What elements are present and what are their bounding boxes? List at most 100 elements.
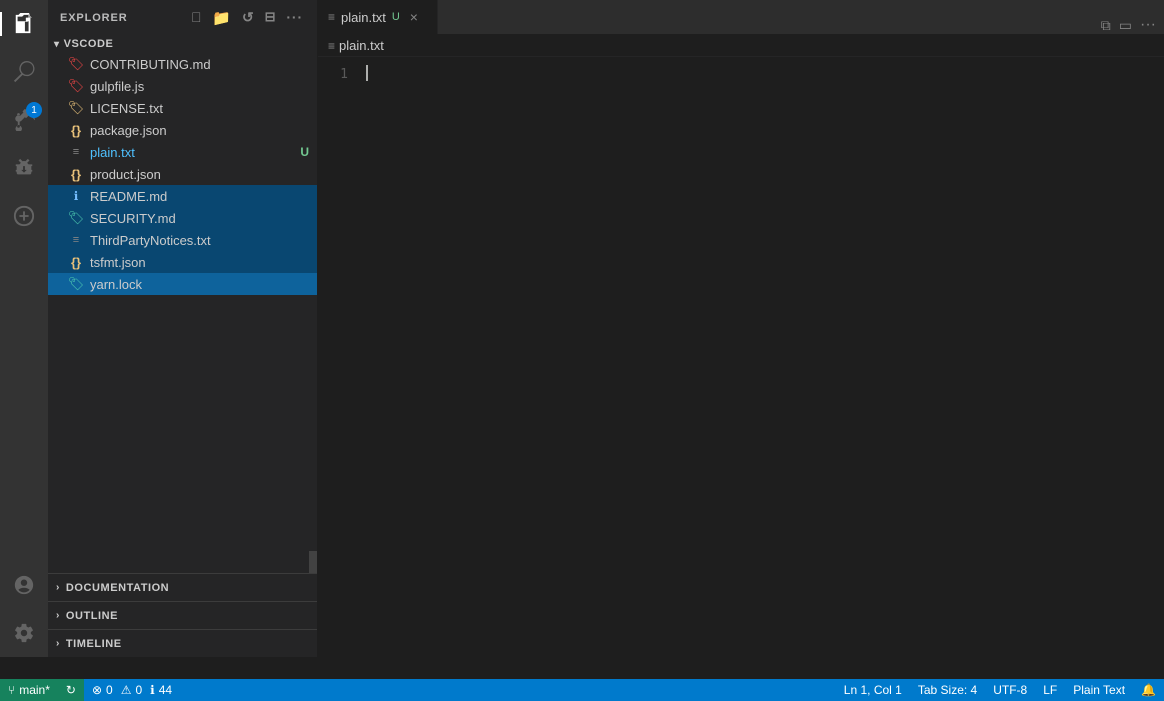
editor-text-area[interactable] — [358, 57, 1164, 657]
tab-close-button[interactable]: × — [410, 9, 418, 25]
file-name: package.json — [90, 123, 309, 138]
tab-bar: ≡ plain.txt U × ⧉ ▭ ··· — [318, 0, 1164, 35]
file-item-package[interactable]: {} package.json — [48, 119, 317, 141]
md-teal-icon: 🏷 — [68, 210, 84, 226]
file-item-contributing[interactable]: 🏷 CONTRIBUTING.md — [48, 53, 317, 75]
encoding: UTF-8 — [993, 683, 1027, 697]
file-name: ThirdPartyNotices.txt — [90, 233, 309, 248]
line-ending: LF — [1043, 683, 1057, 697]
json-icon: {} — [68, 166, 84, 182]
txt-icon: ≡ — [68, 144, 84, 160]
info-icon: ℹ — [68, 188, 84, 204]
split-editor-icon[interactable]: ⧉ — [1101, 17, 1111, 34]
json-icon: {} — [68, 254, 84, 270]
active-tab[interactable]: ≡ plain.txt U × — [318, 0, 438, 34]
cursor-position: Ln 1, Col 1 — [844, 683, 902, 697]
warning-count: 0 — [135, 683, 142, 697]
scroll-thumb[interactable] — [309, 551, 317, 573]
warning-icon: ⚠ — [121, 683, 132, 697]
sidebar: EXPLORER  📁 ↺ ⊟ ··· ▾ VSCODE 🏷 CONTRIBU… — [48, 0, 318, 657]
file-name: CONTRIBUTING.md — [90, 57, 309, 72]
info-count: 44 — [159, 683, 172, 697]
line-numbers: 1 — [318, 57, 358, 657]
file-item-readme[interactable]: ℹ README.md — [48, 185, 317, 207]
file-list: 🏷 CONTRIBUTING.md 🏷 gulpfile.js 🏷 LICENS… — [48, 53, 317, 551]
refresh-icon[interactable]: ↺ — [240, 7, 257, 29]
file-item-thirdparty[interactable]: ≡ ThirdPartyNotices.txt — [48, 229, 317, 251]
more-actions-icon[interactable]: ··· — [284, 7, 305, 29]
vscode-folder[interactable]: ▾ VSCODE — [48, 35, 317, 53]
debug-activity-icon[interactable] — [0, 144, 48, 192]
errors-status[interactable]: ⊗ 0 ⚠ 0 ℹ 44 — [84, 679, 180, 701]
error-icon: ⊗ — [92, 683, 102, 697]
extensions-activity-icon[interactable] — [0, 192, 48, 240]
tab-name: plain.txt — [341, 10, 386, 25]
outline-section[interactable]: › OUTLINE — [48, 601, 317, 629]
md-red-icon: 🏷 — [68, 56, 84, 72]
file-name: README.md — [90, 189, 309, 204]
text-cursor — [366, 65, 368, 81]
tab-bar-actions: ⧉ ▭ ··· — [1093, 16, 1164, 34]
git-branch-label: main* — [19, 683, 50, 697]
section-chevron: › — [56, 610, 60, 621]
line-ending-status[interactable]: LF — [1035, 679, 1065, 701]
file-item-plain[interactable]: ≡ plain.txt U — [48, 141, 317, 163]
file-item-license[interactable]: 🏷 LICENSE.txt — [48, 97, 317, 119]
documentation-section[interactable]: › DOCUMENTATION — [48, 573, 317, 601]
file-item-gulpfile[interactable]: 🏷 gulpfile.js — [48, 75, 317, 97]
unsaved-badge: U — [300, 145, 309, 159]
file-name: yarn.lock — [90, 277, 309, 292]
files-activity-icon[interactable] — [0, 0, 48, 48]
section-label: OUTLINE — [66, 610, 118, 622]
file-name: product.json — [90, 167, 309, 182]
sync-icon: ↻ — [66, 683, 76, 697]
file-item-yarn[interactable]: 🏷 yarn.lock — [48, 273, 317, 295]
editor-area: ≡ plain.txt U × ⧉ ▭ ··· ≡ plain.txt 1 — [318, 0, 1164, 657]
new-folder-icon[interactable]: 📁 — [210, 7, 234, 29]
file-item-security[interactable]: 🏷 SECURITY.md — [48, 207, 317, 229]
json-icon: {} — [68, 122, 84, 138]
tab-unsaved-indicator: U — [392, 11, 400, 23]
notifications-icon[interactable]: 🔔 — [1133, 679, 1164, 701]
bell-icon: 🔔 — [1141, 683, 1156, 697]
breadcrumb: ≡ plain.txt — [318, 35, 1164, 57]
editor-content: 1 — [318, 57, 1164, 657]
file-name: SECURITY.md — [90, 211, 309, 226]
language-status[interactable]: Plain Text — [1065, 679, 1133, 701]
settings-activity-icon[interactable] — [0, 609, 48, 657]
breadcrumb-item[interactable]: ≡ plain.txt — [328, 38, 384, 53]
breadcrumb-icon: ≡ — [328, 39, 335, 53]
tab-size-status[interactable]: Tab Size: 4 — [910, 679, 985, 701]
section-chevron: › — [56, 638, 60, 649]
account-activity-icon[interactable] — [0, 561, 48, 609]
file-name: tsfmt.json — [90, 255, 309, 270]
activity-bar: 1 — [0, 0, 48, 657]
lock-icon: 🏷 — [68, 276, 84, 292]
section-label: TIMELINE — [66, 638, 122, 650]
file-item-product[interactable]: {} product.json — [48, 163, 317, 185]
status-left: ⑂ main* ↻ ⊗ 0 ⚠ 0 ℹ 44 — [0, 679, 180, 701]
language: Plain Text — [1073, 683, 1125, 697]
more-tab-actions-icon[interactable]: ··· — [1140, 16, 1156, 34]
line-number-1: 1 — [318, 65, 348, 84]
encoding-status[interactable]: UTF-8 — [985, 679, 1035, 701]
git-branch-icon: ⑂ — [8, 683, 15, 697]
new-file-icon[interactable]:  — [189, 7, 204, 29]
cursor-position-status[interactable]: Ln 1, Col 1 — [836, 679, 910, 701]
toggle-panel-icon[interactable]: ▭ — [1119, 17, 1132, 34]
folder-name: VSCODE — [64, 38, 114, 50]
git-badge: 1 — [26, 102, 42, 118]
scroll-area — [48, 551, 317, 573]
collapse-icon[interactable]: ⊟ — [263, 7, 279, 29]
section-chevron: › — [56, 582, 60, 593]
file-item-tsfmt[interactable]: {} tsfmt.json — [48, 251, 317, 273]
git-branch-status[interactable]: ⑂ main* — [0, 679, 58, 701]
search-activity-icon[interactable] — [0, 48, 48, 96]
file-name: LICENSE.txt — [90, 101, 309, 116]
git-activity-icon[interactable]: 1 — [0, 96, 48, 144]
sidebar-actions:  📁 ↺ ⊟ ··· — [189, 7, 305, 29]
sync-status[interactable]: ↻ — [58, 679, 84, 701]
tab-size: Tab Size: 4 — [918, 683, 977, 697]
timeline-section[interactable]: › TIMELINE — [48, 629, 317, 657]
explorer-title: EXPLORER — [60, 12, 128, 24]
